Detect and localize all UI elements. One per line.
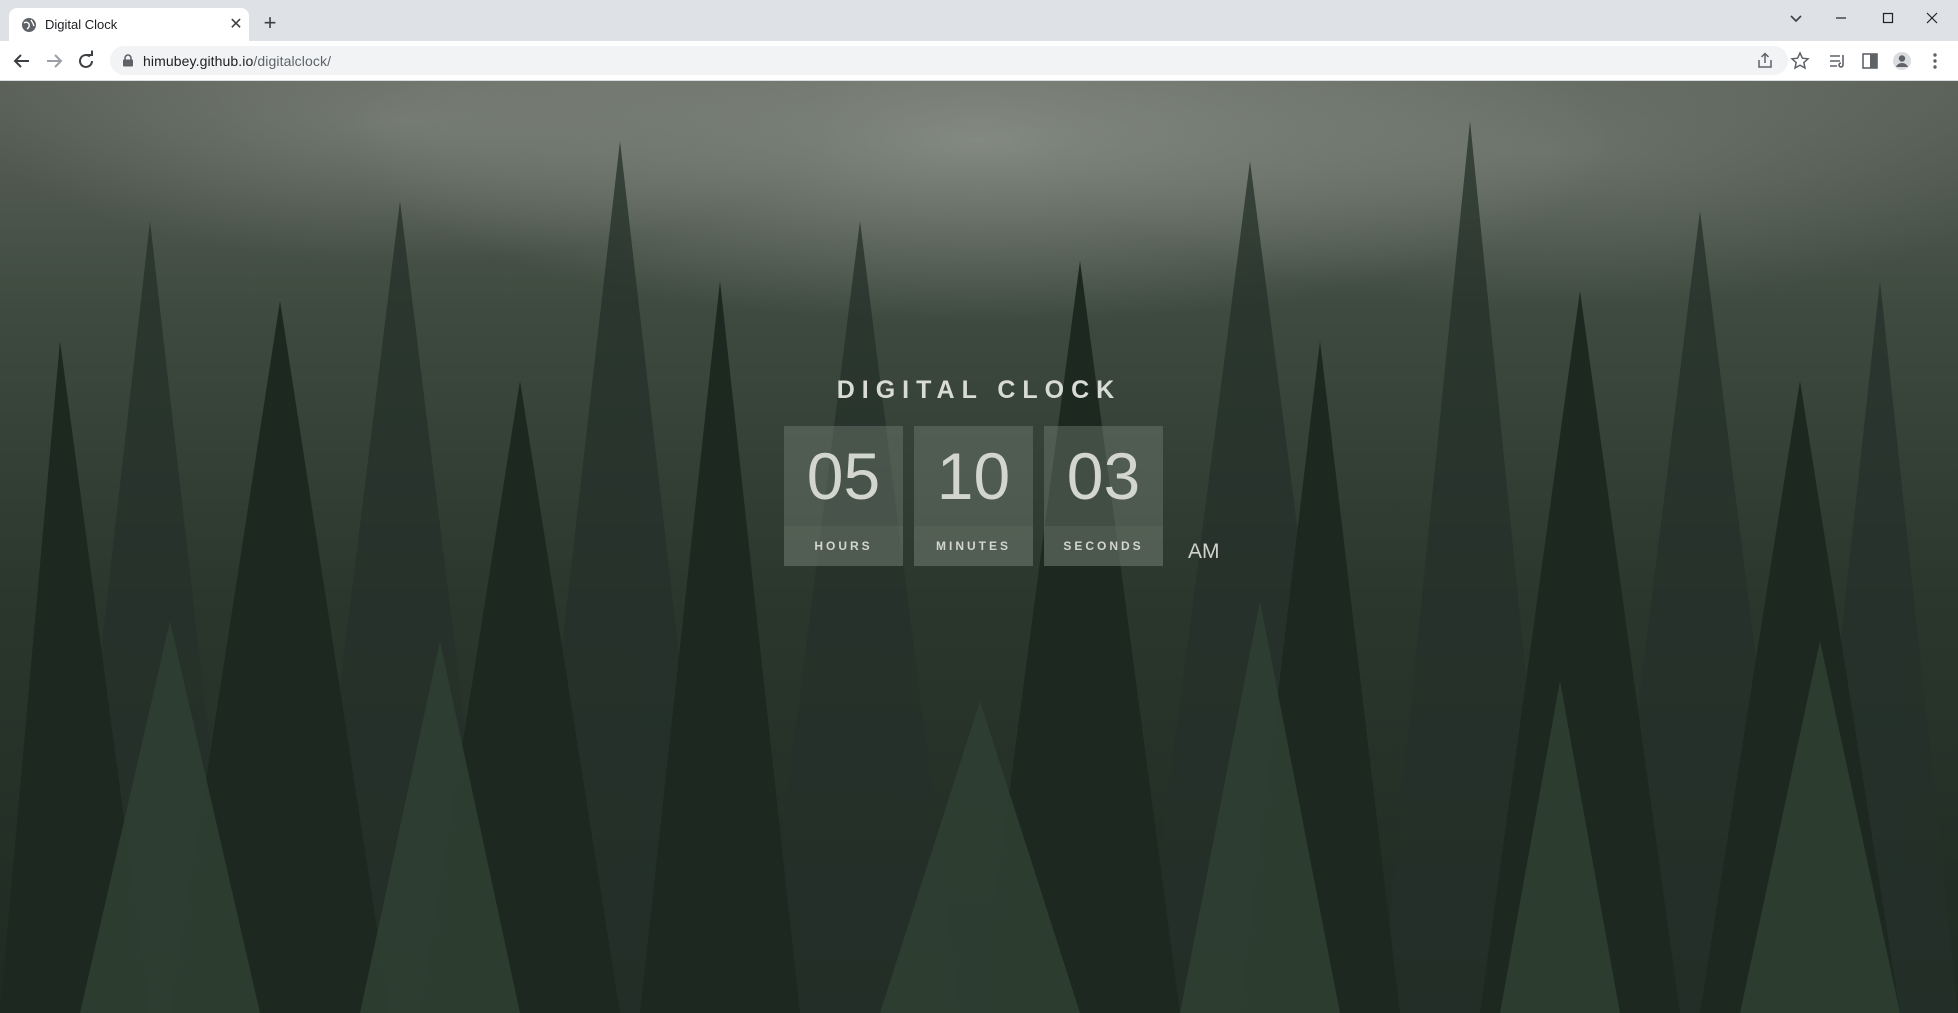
- reload-icon[interactable]: [74, 49, 98, 73]
- close-tab-icon[interactable]: ✕: [227, 16, 245, 34]
- hours-box: 05 HOURS: [784, 426, 903, 566]
- active-tab[interactable]: Digital Clock ✕: [9, 8, 249, 41]
- tab-strip: Digital Clock ✕ +: [0, 0, 1958, 41]
- maximize-icon[interactable]: [1876, 6, 1900, 30]
- tab-search-icon[interactable]: [1784, 6, 1808, 30]
- profile-avatar-icon[interactable]: [1892, 51, 1912, 71]
- url-host: himubey.github.io: [143, 53, 254, 69]
- close-window-icon[interactable]: [1920, 6, 1944, 30]
- new-tab-icon[interactable]: +: [260, 12, 280, 34]
- tab-title: Digital Clock: [45, 17, 118, 32]
- browser-toolbar: himubey.github.io/digitalclock/: [0, 41, 1958, 81]
- lock-icon[interactable]: [122, 54, 134, 67]
- hours-value: 05: [806, 439, 881, 513]
- minimize-icon[interactable]: [1829, 6, 1853, 30]
- page-viewport: DIGITAL CLOCK 05 HOURS 10 MINUTES 03 SEC…: [0, 81, 1958, 1013]
- globe-icon: [22, 18, 36, 32]
- clock-title: DIGITAL CLOCK: [836, 376, 1122, 404]
- seconds-box: 03 SECONDS: [1044, 426, 1163, 566]
- minutes-box: 10 MINUTES: [914, 426, 1033, 566]
- seconds-value: 03: [1066, 439, 1141, 513]
- share-icon[interactable]: [1756, 52, 1774, 70]
- bookmark-star-icon[interactable]: [1790, 51, 1810, 71]
- browser-window: Digital Clock ✕ + himubey.github.io/digi…: [0, 0, 1958, 1013]
- address-bar[interactable]: himubey.github.io/digitalclock/: [110, 46, 1788, 75]
- reading-list-icon[interactable]: [1828, 51, 1848, 71]
- digital-clock: DIGITAL CLOCK 05 HOURS 10 MINUTES 03 SEC…: [0, 81, 1958, 1013]
- forward-arrow-icon[interactable]: [42, 49, 66, 73]
- side-panel-icon[interactable]: [1860, 51, 1880, 71]
- seconds-label: SECONDS: [1044, 526, 1163, 566]
- minutes-value: 10: [936, 439, 1011, 513]
- more-menu-icon[interactable]: [1925, 51, 1945, 71]
- url-text[interactable]: himubey.github.io/digitalclock/: [143, 53, 331, 69]
- back-arrow-icon[interactable]: [10, 49, 34, 73]
- hours-label: HOURS: [784, 526, 903, 566]
- am-pm-indicator: AM: [1188, 540, 1220, 563]
- minutes-label: MINUTES: [914, 526, 1033, 566]
- url-path: /digitalclock/: [253, 53, 332, 69]
